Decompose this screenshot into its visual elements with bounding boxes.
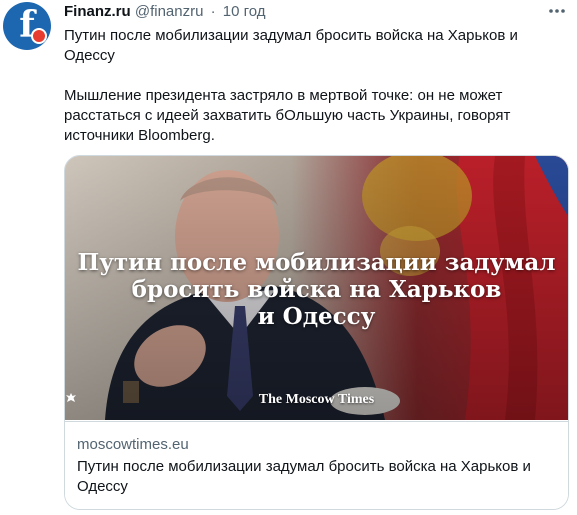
avatar[interactable]: f: [3, 2, 51, 50]
card-footer[interactable]: moscowtimes.eu Путин после мобилизации з…: [65, 421, 568, 509]
link-card[interactable]: Путин после мобилизации задумал бросить …: [64, 155, 569, 510]
more-dots-svg: [549, 9, 565, 13]
brand-text-pre: The: [258, 392, 283, 407]
card-headline-line: и Одессу: [257, 303, 376, 330]
tweet-timestamp[interactable]: 10 год: [223, 3, 266, 20]
card-headline-line: бросить войска на Харьков: [131, 276, 502, 303]
card-headline: Путин после мобилизации задумал бросить …: [65, 249, 568, 330]
card-title: Путин после мобилизации задумал бросить …: [77, 458, 531, 495]
card-headline-line: Путин после мобилизации задумал: [77, 249, 556, 276]
moscow-times-logo: The Moscow Times: [65, 392, 568, 408]
tweet[interactable]: f Finanz.ru @finanzru · 10 год Путин пос…: [0, 0, 577, 515]
more-horizontal-icon[interactable]: [546, 2, 568, 20]
header-separator: ·: [210, 3, 216, 20]
author-name[interactable]: Finanz.ru: [64, 3, 131, 20]
brand-text-post: Moscow Times: [285, 392, 375, 407]
tweet-header: Finanz.ru @finanzru · 10 год: [64, 3, 266, 20]
tweet-text-body: Мышление президента застряло в мертвой т…: [64, 87, 511, 144]
author-handle[interactable]: @finanzru: [135, 3, 204, 20]
card-domain: moscowtimes.eu: [77, 436, 189, 453]
card-image[interactable]: Путин после мобилизации задумал бросить …: [65, 156, 568, 420]
avatar-logo-dot: [31, 28, 47, 44]
avatar-logo-letter: f: [19, 4, 35, 46]
tweet-text-headline: Путин после мобилизации задумал бросить …: [64, 27, 518, 64]
